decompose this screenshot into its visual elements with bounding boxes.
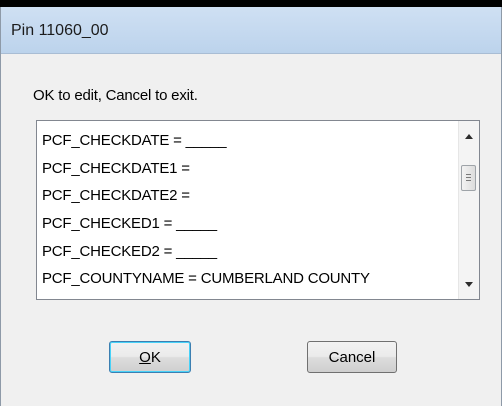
scroll-thumb[interactable] <box>461 165 476 191</box>
prompt-text: OK to edit, Cancel to exit. <box>33 87 198 104</box>
cancel-button[interactable]: Cancel <box>307 341 397 373</box>
window-title: Pin 11060_00 <box>11 22 109 39</box>
scroll-up-button[interactable] <box>461 127 477 145</box>
list-item[interactable]: PCF_COUNTYNAME = CUMBERLAND COUNTY <box>42 265 458 293</box>
arrow-down-icon <box>465 281 473 287</box>
grip-line <box>466 174 471 175</box>
scroll-down-button[interactable] <box>461 275 477 293</box>
listbox-items: PCF_CHECKDATE = _____ PCF_CHECKDATE1 = P… <box>42 127 458 297</box>
list-item[interactable]: PCF_CHECKDATE2 = <box>42 182 458 210</box>
grip-line <box>466 180 471 181</box>
ok-button[interactable]: OK <box>109 341 191 373</box>
arrow-up-icon <box>465 133 473 139</box>
fields-listbox[interactable]: PCF_CHECKDATE = _____ PCF_CHECKDATE1 = P… <box>36 120 480 300</box>
list-item[interactable]: PCF_CHECKDATE1 = <box>42 155 458 183</box>
list-item[interactable]: PCF_CHECKED2 = _____ <box>42 238 458 266</box>
ok-label-rest: K <box>150 348 161 366</box>
list-item[interactable]: PCF_CHECKDATE = _____ <box>42 127 458 155</box>
list-item[interactable]: PCF_CHECKED1 = _____ <box>42 210 458 238</box>
dialog-window: Pin 11060_00 OK to edit, Cancel to exit.… <box>0 7 502 406</box>
ok-mnemonic: O <box>139 348 151 366</box>
vertical-scrollbar[interactable] <box>458 121 479 299</box>
title-bar[interactable]: Pin 11060_00 <box>1 7 501 54</box>
grip-line <box>466 177 471 178</box>
